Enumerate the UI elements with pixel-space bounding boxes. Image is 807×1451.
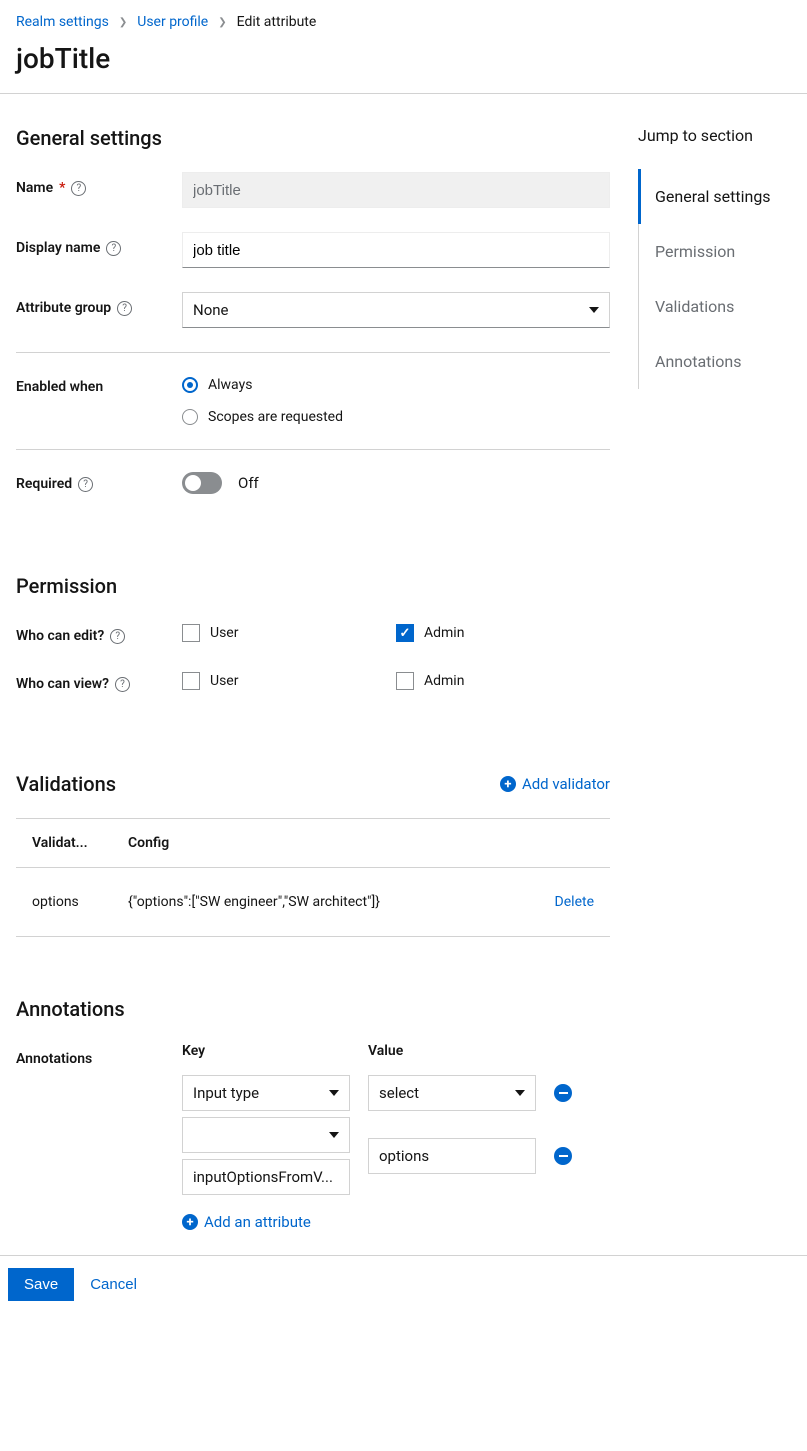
checkbox-view-admin[interactable]: Admin [396, 672, 610, 690]
annotation-key-header: Key [182, 1043, 350, 1059]
delete-validator-button[interactable]: Delete [555, 894, 594, 910]
remove-annotation-button[interactable] [554, 1147, 572, 1165]
add-attribute-button[interactable]: + Add an attribute [182, 1213, 610, 1231]
radio-icon [182, 377, 198, 393]
help-icon[interactable]: ? [117, 301, 132, 316]
minus-icon [559, 1155, 568, 1157]
validations-table: Validat... Config options {"options":["S… [16, 818, 610, 937]
chevron-right-icon: ❯ [218, 17, 226, 28]
help-icon[interactable]: ? [110, 629, 125, 644]
caret-down-icon [515, 1090, 525, 1096]
required-indicator: * [59, 180, 65, 196]
annotation-key-select-1[interactable] [182, 1117, 350, 1153]
attribute-group-label: Attribute group ? [16, 292, 182, 316]
caret-down-icon [329, 1090, 339, 1096]
add-validator-button[interactable]: + Add validator [500, 775, 610, 793]
breadcrumb: Realm settings ❯ User profile ❯ Edit att… [0, 0, 807, 38]
section-general-settings: General settings Name * ? Display name ? [16, 126, 610, 494]
validator-name-cell: options [32, 894, 128, 910]
col-validator-name: Validat... [32, 835, 128, 851]
minus-icon [559, 1092, 568, 1094]
nav-general-settings[interactable]: General settings [638, 169, 807, 224]
nav-permission[interactable]: Permission [639, 224, 807, 279]
display-name-label: Display name ? [16, 232, 182, 256]
section-validations: Validations + Add validator Validat... C… [16, 772, 610, 937]
breadcrumb-user-profile[interactable]: User profile [137, 14, 208, 30]
enabled-when-label: Enabled when [16, 371, 182, 395]
section-title-validations: Validations [16, 772, 116, 796]
name-label: Name * ? [16, 172, 182, 196]
caret-down-icon [589, 307, 599, 313]
required-toggle[interactable] [182, 472, 222, 494]
page-title: jobTitle [0, 38, 807, 93]
checkbox-icon [396, 672, 414, 690]
help-icon[interactable]: ? [115, 677, 130, 692]
table-header: Validat... Config [16, 818, 610, 868]
section-annotations: Annotations Annotations Key Value Input … [16, 997, 610, 1231]
radio-icon [182, 409, 198, 425]
required-value: Off [238, 474, 259, 492]
caret-down-icon [329, 1132, 339, 1138]
nav-annotations[interactable]: Annotations [639, 334, 807, 389]
chevron-right-icon: ❯ [119, 17, 127, 28]
breadcrumb-current: Edit attribute [237, 14, 317, 30]
save-button[interactable]: Save [8, 1268, 74, 1301]
annotation-value-select-0[interactable]: select [368, 1075, 536, 1111]
checkbox-icon: ✓ [396, 624, 414, 642]
checkbox-edit-user[interactable]: User [182, 624, 396, 642]
annotation-dropdown-option[interactable]: inputOptionsFromV... [182, 1159, 350, 1195]
annotation-value-header: Value [368, 1043, 536, 1059]
table-row: options {"options":["SW engineer","SW ar… [16, 868, 610, 937]
checkbox-icon [182, 672, 200, 690]
validator-config-cell: {"options":["SW engineer","SW architect"… [128, 894, 534, 910]
section-permission: Permission Who can edit? ? User ✓ Admi [16, 574, 610, 692]
col-config: Config [128, 835, 534, 851]
remove-annotation-button[interactable] [554, 1084, 572, 1102]
plus-circle-icon: + [182, 1214, 198, 1230]
checkbox-edit-admin[interactable]: ✓ Admin [396, 624, 610, 642]
help-icon[interactable]: ? [106, 241, 121, 256]
radio-always[interactable]: Always [182, 377, 610, 393]
breadcrumb-realm-settings[interactable]: Realm settings [16, 14, 109, 30]
sidebar-title: Jump to section [638, 126, 807, 145]
section-title-permission: Permission [16, 574, 610, 598]
annotations-label: Annotations [16, 1043, 182, 1067]
radio-scopes[interactable]: Scopes are requested [182, 409, 610, 425]
section-title-general: General settings [16, 126, 610, 150]
attribute-group-select[interactable]: None [182, 292, 610, 328]
section-title-annotations: Annotations [16, 997, 610, 1021]
help-icon[interactable]: ? [71, 181, 86, 196]
jump-to-section-nav: Jump to section General settings Permiss… [610, 94, 807, 1255]
footer: Save Cancel [0, 1255, 807, 1313]
nav-validations[interactable]: Validations [639, 279, 807, 334]
checkbox-view-user[interactable]: User [182, 672, 396, 690]
required-label: Required ? [16, 468, 182, 492]
checkbox-icon [182, 624, 200, 642]
annotation-value-input-1[interactable]: options [368, 1138, 536, 1174]
who-can-edit-label: Who can edit? ? [16, 620, 182, 644]
who-can-view-label: Who can view? ? [16, 668, 182, 692]
plus-circle-icon: + [500, 776, 516, 792]
cancel-button[interactable]: Cancel [90, 1276, 137, 1293]
display-name-input[interactable] [182, 232, 610, 268]
help-icon[interactable]: ? [78, 477, 93, 492]
annotation-key-select-0[interactable]: Input type [182, 1075, 350, 1111]
name-input [182, 172, 610, 208]
